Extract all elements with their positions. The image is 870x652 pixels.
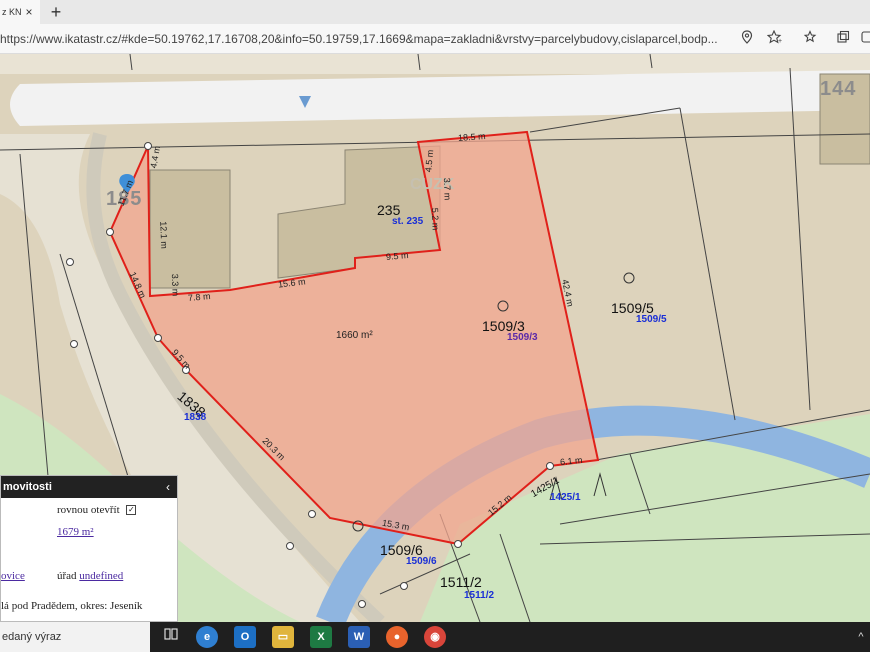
dimension-label: 18.5 m [457, 131, 486, 143]
system-tray-chevron-icon[interactable]: ^ [852, 622, 870, 652]
dimension-label: 4.5 m [423, 149, 436, 173]
location-text: lá pod Pradědem, okres: Jeseník [1, 600, 143, 612]
office-label: úřad [57, 570, 77, 582]
tab-title: z KN [2, 7, 22, 17]
dimension-label: 5.2 m [429, 207, 441, 231]
dimension-label: 7.8 m [187, 291, 211, 303]
property-info-panel: movitosti ‹ rovnou otevřít ✓ 1679 m² ovi… [0, 475, 178, 622]
excel-icon[interactable]: X [310, 626, 332, 648]
taskbar-search[interactable]: edaný výraz [0, 622, 150, 652]
parcel-sub-1838[interactable]: 1838 [184, 412, 206, 423]
parcel-number-right-faded: 144 [820, 78, 857, 100]
collections-icon[interactable] [834, 30, 852, 48]
task-view-icon[interactable] [160, 626, 182, 648]
open-directly-row: rovnou otevřít ✓ [57, 504, 137, 516]
parcel-sub-1509-3[interactable]: 1509/3 [507, 332, 538, 343]
profile-icon[interactable] [858, 30, 870, 48]
outlook-icon[interactable]: O [234, 626, 256, 648]
parcel-label-1511-2[interactable]: 1511/2 [440, 574, 482, 590]
new-tab-button[interactable]: + [46, 0, 66, 24]
taskbar: edaný výraz e O ▭ X W ● ◉ ^ [0, 622, 870, 652]
office-link[interactable]: undefined [79, 570, 123, 582]
dimension-label: 3.3 m [169, 273, 181, 297]
word-icon[interactable]: W [348, 626, 370, 648]
file-explorer-icon[interactable]: ▭ [272, 626, 294, 648]
close-tab-icon[interactable]: × [22, 0, 36, 24]
parcel-sub-1509-6[interactable]: 1509/6 [406, 556, 437, 567]
firefox-icon[interactable]: ● [386, 626, 408, 648]
dimension-label: 9.5 m [385, 250, 409, 262]
open-directly-checkbox[interactable]: ✓ [126, 505, 137, 516]
panel-header: movitosti [1, 476, 177, 498]
panel-collapse-icon[interactable]: ‹ [161, 476, 175, 498]
municipality-link[interactable]: ovice [1, 570, 25, 582]
favorites-bar-icon[interactable] [802, 30, 820, 48]
parcel-sub-1511-2[interactable]: 1511/2 [464, 590, 494, 601]
panel-title: movitosti [3, 481, 52, 493]
parcel-sub-1425-1[interactable]: 1425/1 [550, 492, 581, 503]
favorite-icon[interactable]: + [766, 29, 784, 48]
tab-bar: z KN × + [0, 0, 870, 24]
parcel-sub-235[interactable]: st. 235 [392, 216, 423, 227]
dimension-label: 3.7 m [441, 177, 453, 201]
edge-icon[interactable]: e [196, 626, 218, 648]
location-icon[interactable] [738, 30, 756, 48]
url-field[interactable]: https://www.ikatastr.cz/#kde=50.19762,17… [0, 24, 735, 54]
dimension-label: 12.1 m [158, 221, 170, 249]
chrome-icon[interactable]: ◉ [424, 626, 446, 648]
parcel-sub-1509-5[interactable]: 1509/5 [636, 314, 667, 325]
office-row: úřad undefined [57, 570, 123, 582]
area-label: 1660 m² [336, 330, 373, 341]
area-link[interactable]: 1679 m² [57, 526, 94, 538]
open-directly-label: rovnou otevřít [57, 504, 120, 516]
svg-text:+: + [778, 38, 782, 44]
address-bar: https://www.ikatastr.cz/#kde=50.19762,17… [0, 24, 870, 54]
